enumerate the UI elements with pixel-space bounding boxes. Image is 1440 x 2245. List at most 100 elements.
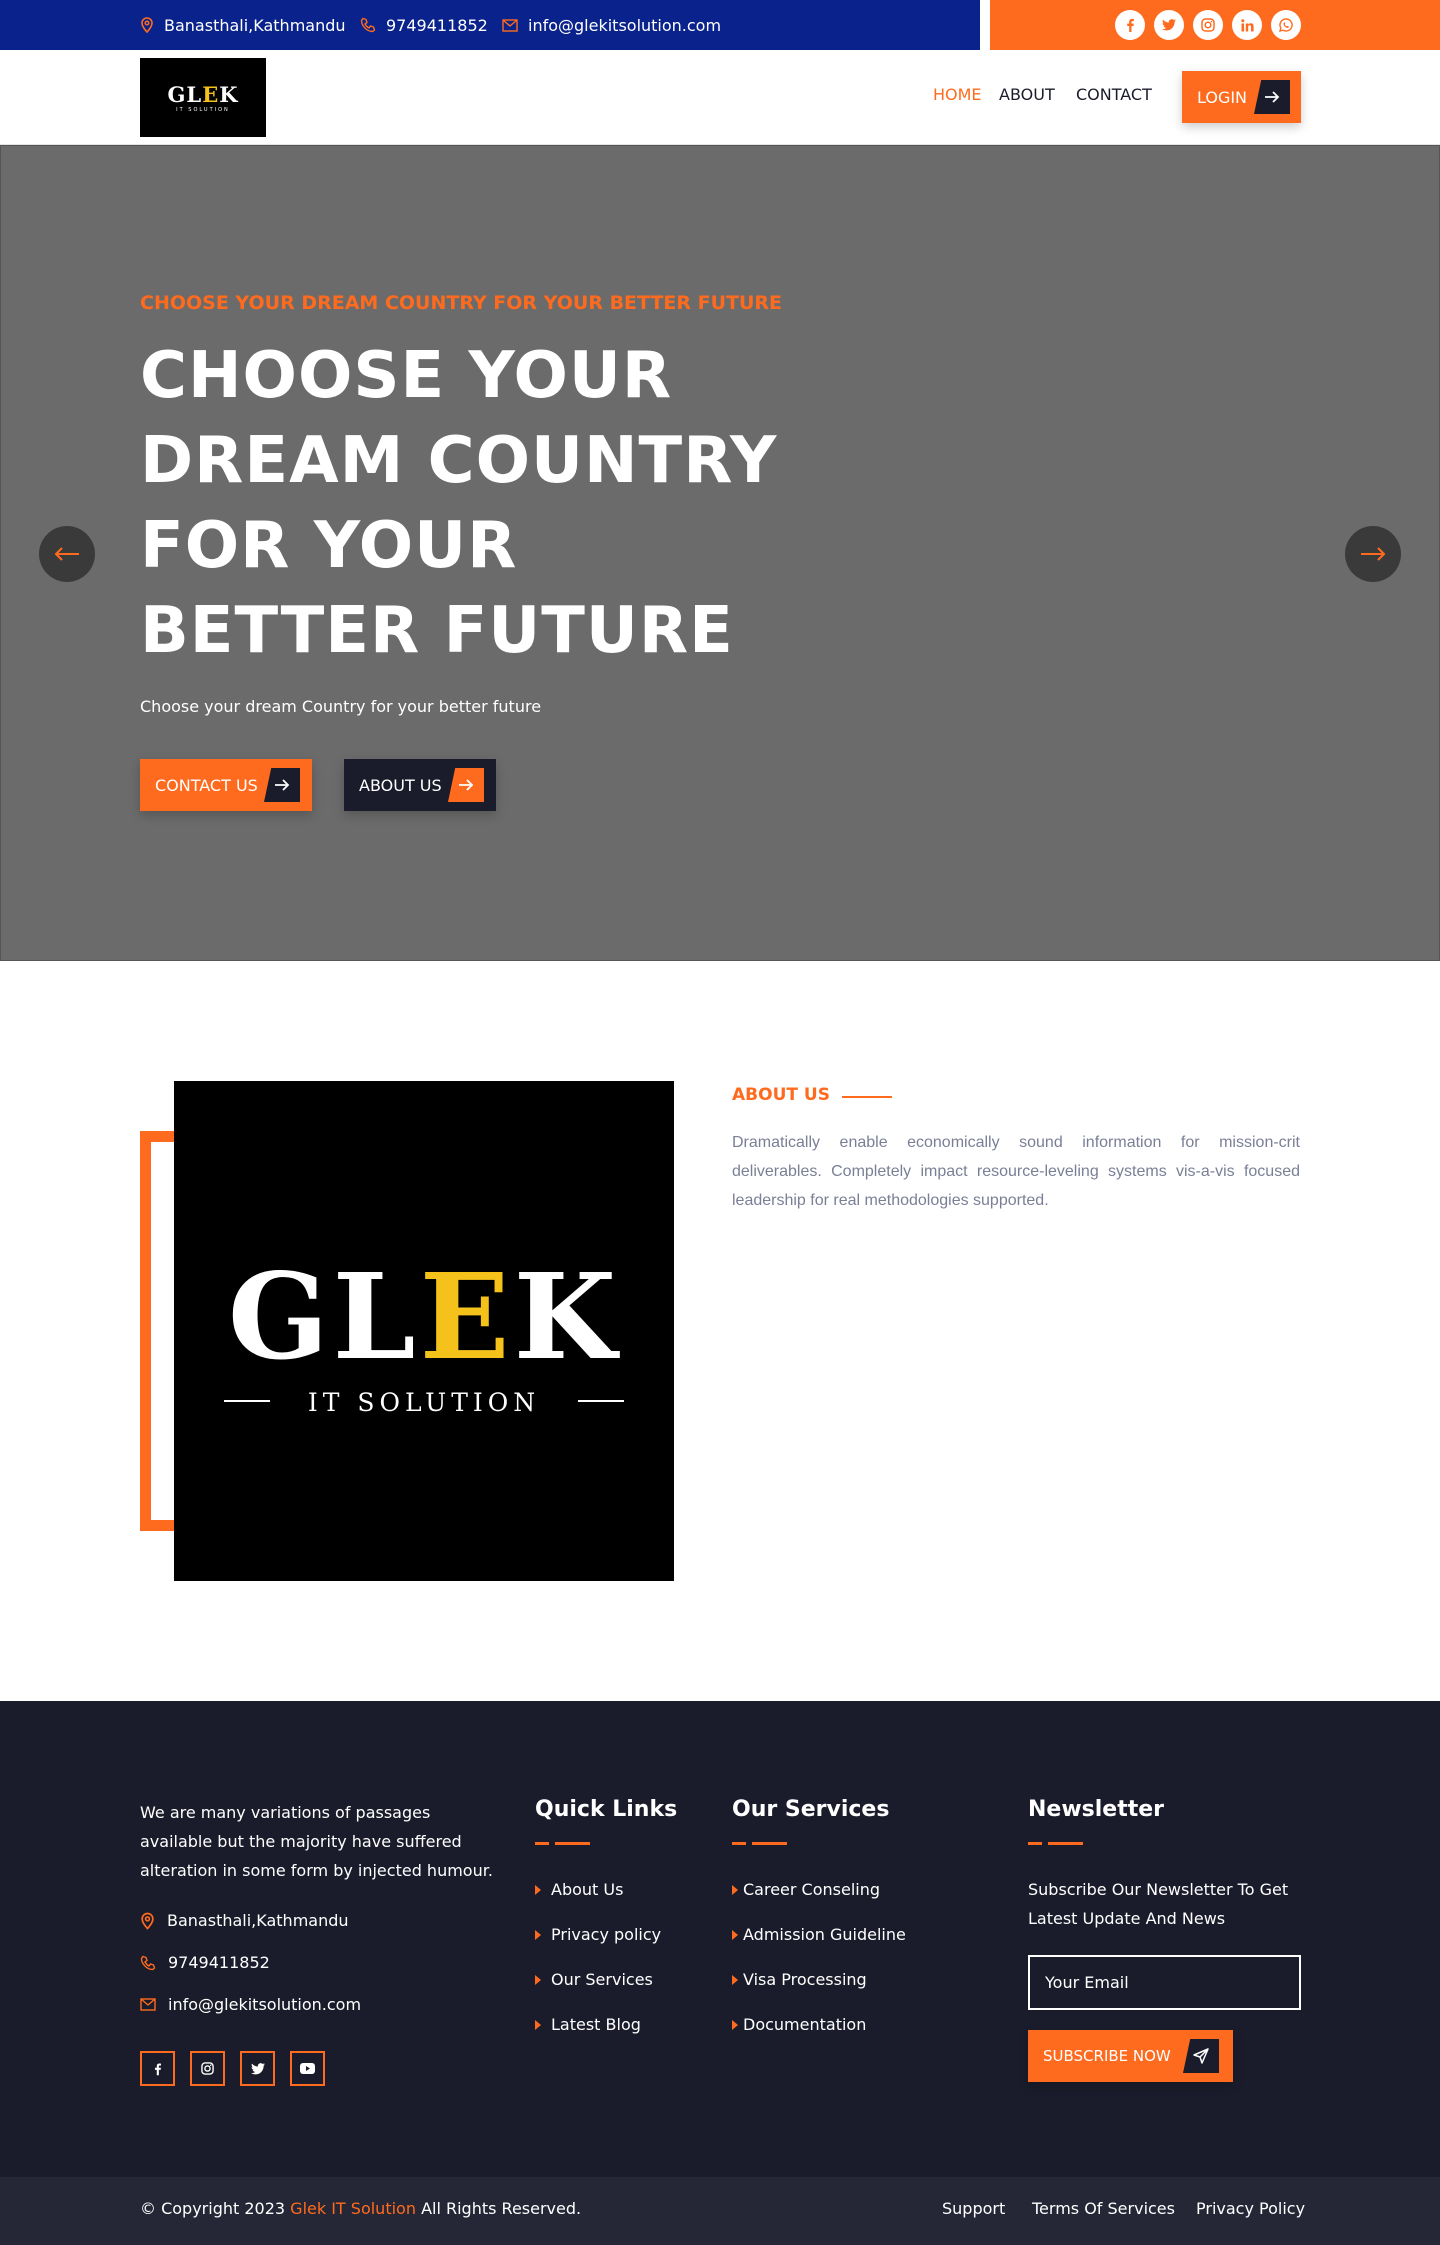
footer-service-career-conseling[interactable]: Career Conseling	[732, 1880, 880, 1899]
about-image: GLEK IT SOLUTION	[174, 1081, 674, 1581]
facebook-link[interactable]	[1115, 10, 1145, 40]
footer-link-label: Privacy policy	[551, 1925, 662, 1944]
footer-email[interactable]: info@glekitsolution.com	[140, 1995, 361, 2014]
logo-wordmark-part: GL	[167, 82, 203, 107]
footer-email-text: info@glekitsolution.com	[168, 1995, 362, 2014]
whatsapp-icon	[1279, 18, 1293, 32]
contact-us-button-label: CONTACT US	[155, 775, 258, 795]
footer-service-admission-guideline[interactable]: Admission Guideline	[732, 1925, 906, 1944]
about-us-button-label: ABOUT US	[359, 775, 442, 795]
twitter-link[interactable]	[1154, 10, 1184, 40]
slider-next-button[interactable]	[1345, 526, 1401, 582]
copyright: © Copyright 2023 Glek IT Solution All Ri…	[140, 2199, 581, 2218]
newsletter-email-input[interactable]	[1028, 1955, 1301, 2010]
logo-wordmark: GLEK	[168, 82, 239, 107]
services-heading: Our Services	[732, 1797, 890, 1822]
footer-address-text: Banasthali,Kathmandu	[167, 1911, 349, 1930]
heading-underline	[535, 1842, 590, 1845]
topbar-email[interactable]: info@glekitsolution.com	[502, 13, 721, 37]
topbar-phone-text: 9749411852	[386, 15, 488, 35]
login-button[interactable]: LOGIN	[1182, 71, 1301, 123]
footer-facebook-link[interactable]	[140, 2051, 175, 2086]
heading-underline	[1028, 1842, 1083, 1845]
footer-link-label: Documentation	[743, 2015, 867, 2034]
about-us-button[interactable]: ABOUT US	[344, 759, 496, 811]
about-section-tag-label: ABOUT US	[732, 1085, 830, 1105]
about-section-tag: ABOUT US	[732, 1085, 892, 1105]
youtube-icon	[300, 2063, 315, 2074]
mail-icon	[502, 18, 518, 32]
twitter-icon	[1162, 19, 1176, 31]
footer-link-our-services[interactable]: Our Services	[535, 1970, 653, 1989]
topbar-phone[interactable]: 9749411852	[360, 13, 488, 37]
arrow-right-icon	[1254, 80, 1290, 114]
caret-right-icon	[732, 1974, 738, 1985]
instagram-link[interactable]	[1193, 10, 1223, 40]
hero-subtitle: CHOOSE YOUR DREAM COUNTRY FOR YOUR BETTE…	[140, 292, 783, 314]
logo-tagline: IT SOLUTION	[176, 107, 230, 113]
bottom-link-privacy[interactable]: Privacy Policy	[1196, 2199, 1305, 2218]
footer-link-privacy-policy[interactable]: Privacy policy	[535, 1925, 661, 1944]
phone-icon	[140, 1955, 156, 1970]
subscribe-button-label: SUBSCRIBE NOW	[1043, 2047, 1171, 2065]
footer-link-latest-blog[interactable]: Latest Blog	[535, 2015, 641, 2034]
topbar-address: Banasthali,Kathmandu	[140, 13, 346, 37]
arrow-right-icon	[448, 768, 484, 802]
footer-link-label: Our Services	[551, 1970, 653, 1989]
caret-right-icon	[732, 2019, 738, 2030]
bottom-link-support[interactable]: Support	[942, 2199, 1005, 2218]
whatsapp-link[interactable]	[1271, 10, 1301, 40]
caret-right-icon	[732, 1929, 738, 1940]
instagram-icon	[1201, 18, 1215, 32]
phone-icon	[360, 17, 376, 33]
slider-prev-button[interactable]	[39, 526, 95, 582]
company-logo-image: GLEK IT SOLUTION	[224, 1247, 624, 1417]
tag-underline	[841, 1096, 892, 1098]
caret-right-icon	[535, 1929, 541, 1940]
map-pin-icon	[141, 17, 153, 33]
linkedin-icon	[1240, 18, 1254, 31]
footer-link-label: Career Conseling	[743, 1880, 881, 1899]
facebook-icon	[154, 2063, 162, 2075]
hero-title: CHOOSE YOUR DREAM COUNTRY FOR YOUR BETTE…	[140, 339, 778, 668]
footer-twitter-link[interactable]	[240, 2051, 275, 2086]
arrow-right-icon	[264, 768, 300, 802]
subscribe-button[interactable]: SUBSCRIBE NOW	[1028, 2030, 1233, 2082]
footer-link-label: Admission Guideline	[743, 1925, 906, 1944]
caret-right-icon	[535, 1974, 541, 1985]
nav-contact[interactable]: CONTACT	[1076, 85, 1152, 104]
nav-about[interactable]: ABOUT	[999, 85, 1055, 104]
send-icon	[1183, 2039, 1219, 2073]
footer-link-label: Latest Blog	[551, 2015, 641, 2034]
contact-us-button[interactable]: CONTACT US	[140, 759, 312, 811]
linkedin-link[interactable]	[1232, 10, 1262, 40]
footer-link-label: Visa Processing	[743, 1970, 867, 1989]
footer-link-about-us[interactable]: About Us	[535, 1880, 623, 1899]
instagram-icon	[201, 2062, 214, 2075]
twitter-icon	[250, 2062, 265, 2074]
footer-instagram-link[interactable]	[190, 2051, 225, 2086]
arrow-left-icon	[54, 547, 79, 561]
bottom-link-terms[interactable]: Terms Of Services	[1032, 2199, 1175, 2218]
site-logo[interactable]: GLEK IT SOLUTION	[140, 58, 266, 137]
logo-wordmark-e: E	[202, 82, 220, 107]
caret-right-icon	[535, 1884, 541, 1895]
arrow-right-icon	[1361, 547, 1386, 561]
facebook-icon	[1127, 18, 1134, 32]
footer-service-visa-processing[interactable]: Visa Processing	[732, 1970, 867, 1989]
footer-youtube-link[interactable]	[290, 2051, 325, 2086]
newsletter-heading: Newsletter	[1028, 1797, 1165, 1822]
svg-text:IT SOLUTION: IT SOLUTION	[308, 1388, 540, 1417]
footer-phone[interactable]: 9749411852	[140, 1953, 270, 1972]
hero-description: Choose your dream Country for your bette…	[140, 697, 542, 716]
footer-address: Banasthali,Kathmandu	[140, 1911, 349, 1930]
map-pin-icon	[141, 1912, 154, 1930]
caret-right-icon	[535, 2019, 541, 2030]
heading-underline	[732, 1842, 787, 1845]
company-link[interactable]: Glek IT Solution	[290, 2199, 416, 2218]
nav-home[interactable]: HOME	[933, 85, 982, 104]
footer-intro: We are many variations of passages avail…	[140, 1803, 493, 1880]
footer-service-documentation[interactable]: Documentation	[732, 2015, 866, 2034]
about-description: Dramatically enable economically sound i…	[732, 1134, 1300, 1209]
logo-wordmark-part: K	[219, 82, 239, 107]
